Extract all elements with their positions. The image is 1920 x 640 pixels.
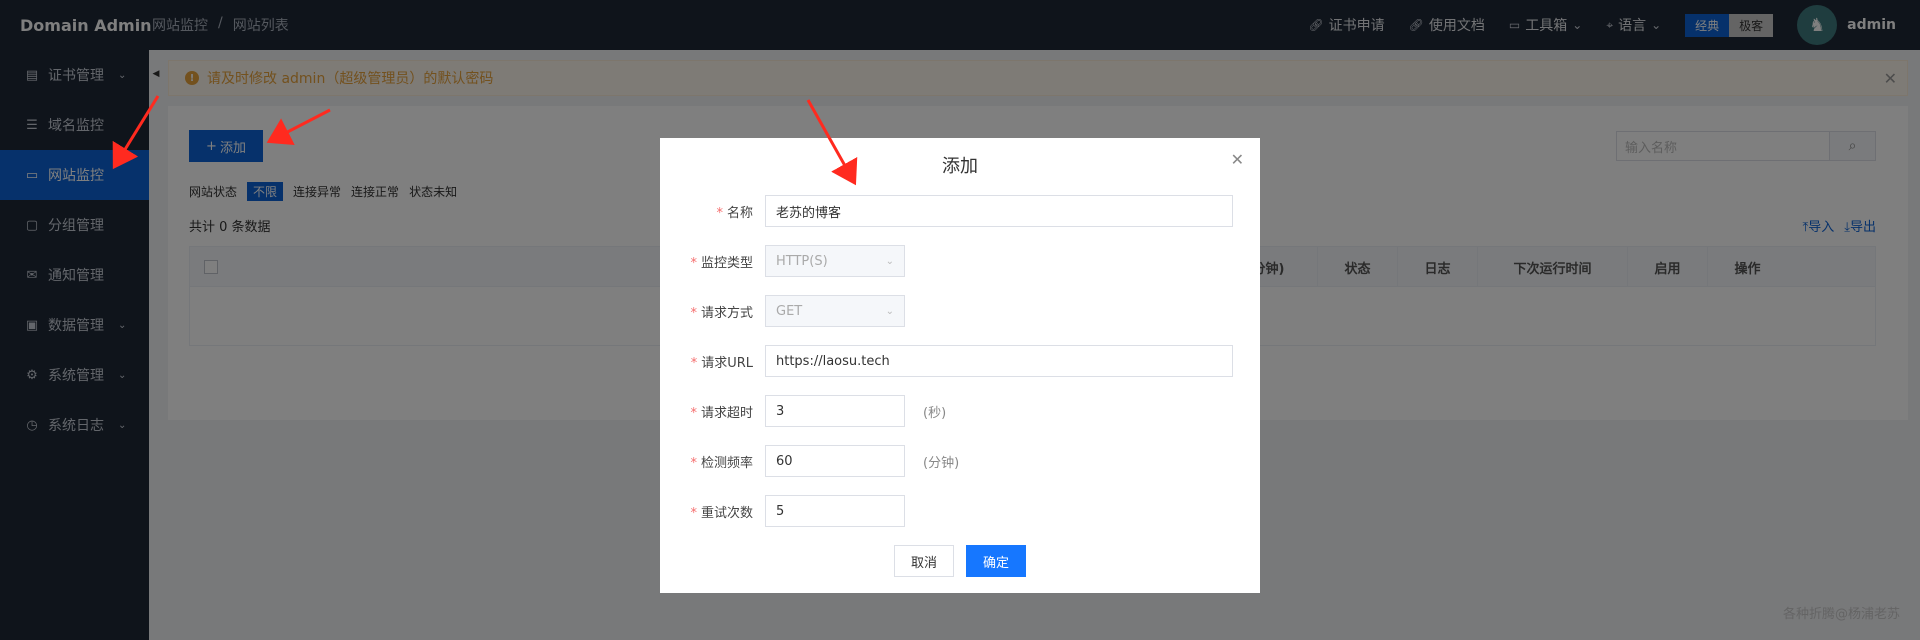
annotation-arrows bbox=[112, 95, 858, 186]
arrow-to-name-field bbox=[806, 99, 858, 186]
arrow-to-add-button bbox=[266, 108, 331, 146]
arrow-to-sidebar bbox=[112, 95, 160, 170]
